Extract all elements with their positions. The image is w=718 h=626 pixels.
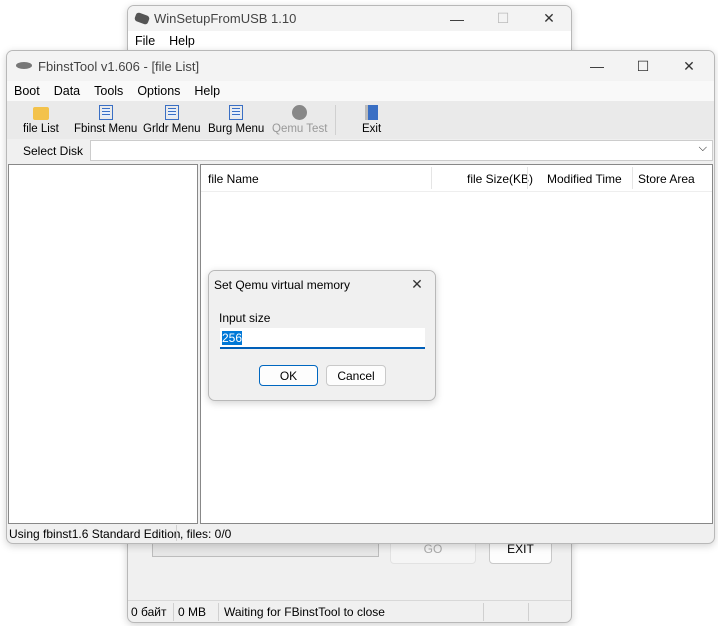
menu-boot[interactable]: Boot xyxy=(7,84,47,98)
toolbar-fbinst-menu[interactable]: Fbinst Menu xyxy=(74,105,137,135)
maximize-button[interactable]: ☐ xyxy=(480,6,526,31)
input-size-value: 256 xyxy=(222,331,243,345)
toolbar-qemu-test[interactable]: Qemu Test xyxy=(272,105,327,135)
toolbar-file-list[interactable]: file List xyxy=(23,105,59,135)
column-file-size[interactable]: file Size(KB) xyxy=(467,172,533,186)
menu-tools[interactable]: Tools xyxy=(87,84,130,98)
input-size-field[interactable]: 256 xyxy=(220,328,425,349)
dialog-title-bar: Set Qemu virtual memory ✕ xyxy=(209,271,435,298)
toolbar-grldr-menu[interactable]: Grldr Menu xyxy=(143,105,201,135)
exit-door-icon xyxy=(365,105,379,120)
status-mb: 0 MB xyxy=(178,605,207,619)
status-edition: Using fbinst1.6 Standard Edition xyxy=(9,527,181,541)
input-size-label: Input size xyxy=(219,311,271,325)
close-button[interactable]: ✕ xyxy=(526,6,571,31)
select-disk-label: Select Disk xyxy=(23,144,84,158)
maximize-button[interactable]: ☐ xyxy=(620,51,666,81)
list-header: file Name file Size(KB) Modified Time St… xyxy=(201,165,712,192)
tree-panel[interactable] xyxy=(8,164,198,524)
document-icon xyxy=(229,105,244,120)
document-icon xyxy=(164,105,179,120)
ok-label: OK xyxy=(279,368,298,383)
menu-data[interactable]: Data xyxy=(47,84,87,98)
status-bytes: 0 байт xyxy=(131,605,167,619)
column-store-area[interactable]: Store Area xyxy=(638,172,695,186)
disc-icon xyxy=(292,105,308,120)
status-files: , files: 0/0 xyxy=(180,527,232,541)
menu-bar: Boot Data Tools Options Help xyxy=(7,81,714,101)
column-file-name[interactable]: file Name xyxy=(208,172,431,186)
select-disk-dropdown[interactable]: ⌵ xyxy=(90,140,713,161)
qemu-memory-dialog: Set Qemu virtual memory ✕ Input size 256… xyxy=(208,270,436,401)
menu-options[interactable]: Options xyxy=(130,84,187,98)
toolbar: file List Fbinst Menu Grldr Menu Burg Me… xyxy=(7,101,714,139)
toolbar-burg-menu[interactable]: Burg Menu xyxy=(208,105,264,135)
menu-bar: File Help xyxy=(128,31,571,51)
cancel-label: Cancel xyxy=(337,368,375,383)
toolbar-label: file List xyxy=(23,123,59,135)
toolbar-label: Qemu Test xyxy=(272,123,328,135)
ok-button[interactable]: OK xyxy=(259,365,318,386)
close-button[interactable]: ✕ xyxy=(666,51,712,81)
document-icon xyxy=(98,105,113,120)
folder-icon xyxy=(32,107,49,120)
disk-icon xyxy=(16,62,32,69)
menu-file[interactable]: File xyxy=(128,34,162,48)
cancel-button[interactable]: Cancel xyxy=(326,365,386,386)
toolbar-label: Burg Menu xyxy=(208,123,265,135)
menu-help[interactable]: Help xyxy=(187,84,227,98)
window-title: FbinstTool v1.606 - [file List] xyxy=(38,59,200,74)
window-title: WinSetupFromUSB 1.10 xyxy=(154,11,297,26)
toolbar-label: Fbinst Menu xyxy=(74,123,138,135)
status-message: Waiting for FBinstTool to close xyxy=(224,605,385,619)
minimize-button[interactable]: — xyxy=(574,51,620,81)
column-modified-time[interactable]: Modified Time xyxy=(547,172,622,186)
menu-help[interactable]: Help xyxy=(162,34,202,48)
status-bar: 0 байт 0 MB Waiting for FBinstTool to cl… xyxy=(128,600,571,622)
status-bar: Using fbinst1.6 Standard Edition , files… xyxy=(7,523,714,543)
usb-icon xyxy=(133,11,151,26)
minimize-button[interactable]: — xyxy=(434,6,480,31)
title-bar: WinSetupFromUSB 1.10 — ☐ ✕ xyxy=(128,6,571,31)
title-bar: FbinstTool v1.606 - [file List] — ☐ ✕ xyxy=(7,51,714,81)
chevron-down-icon: ⌵ xyxy=(698,142,707,154)
dialog-title: Set Qemu virtual memory xyxy=(214,278,351,292)
close-button[interactable]: ✕ xyxy=(399,271,435,298)
toolbar-exit[interactable]: Exit xyxy=(362,105,381,135)
toolbar-label: Exit xyxy=(362,123,382,135)
toolbar-label: Grldr Menu xyxy=(143,123,201,135)
